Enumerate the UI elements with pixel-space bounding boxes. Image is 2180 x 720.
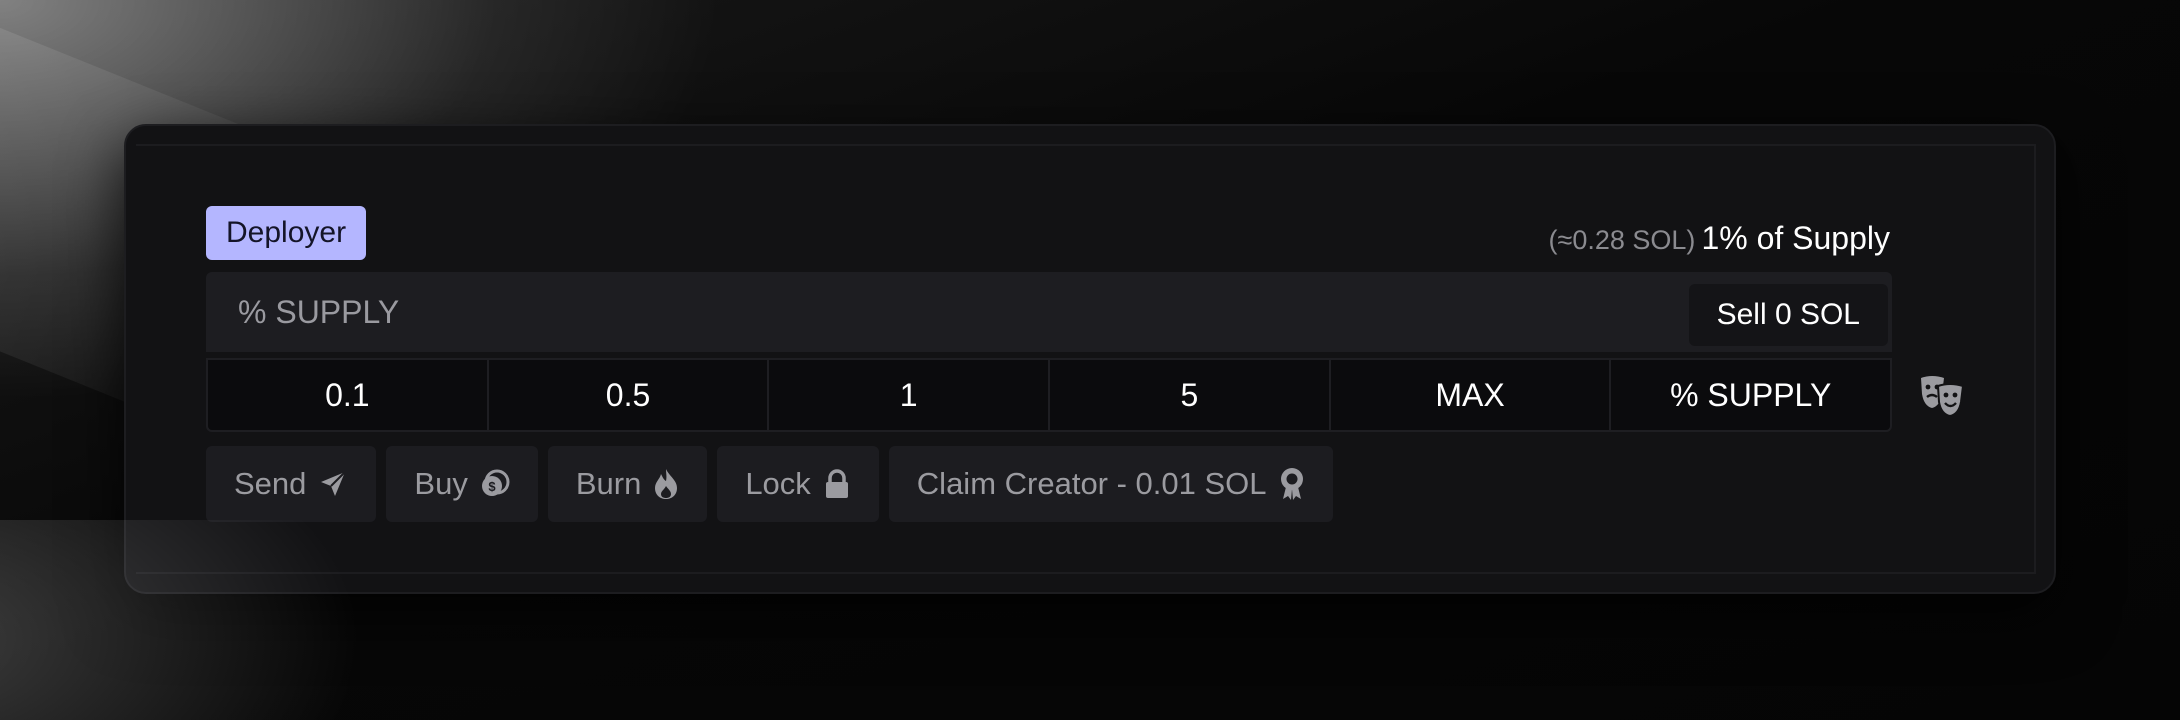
theater-masks-icon[interactable] [1918,372,1966,418]
fire-icon [655,469,678,499]
preset-0-1[interactable]: 0.1 [208,360,489,430]
preset-percent-supply[interactable]: % SUPPLY [1611,360,1890,430]
coin-icon: $ [481,469,510,496]
send-label: Send [234,466,307,501]
lock-button[interactable]: Lock [717,446,879,522]
supply-input-row: Sell 0 SOL [206,272,1892,352]
supply-percent-label: 1% of Supply [1701,220,1890,256]
buy-label: Buy [414,466,468,501]
send-button[interactable]: Send [206,446,377,522]
preset-row: 0.1 0.5 1 5 MAX % SUPPLY [206,358,1892,432]
claim-creator-label: Claim Creator - 0.01 SOL [916,466,1267,501]
claim-creator-button[interactable]: Claim Creator - 0.01 SOL [888,446,1333,522]
sell-button[interactable]: Sell 0 SOL [1688,284,1888,346]
paper-plane-icon [321,471,347,496]
supply-input[interactable] [206,272,1506,352]
svg-text:$: $ [488,479,496,494]
buy-button[interactable]: Buy $ [386,446,538,522]
background: Deployer (≈0.28 SOL)1% of Supply Sell 0 … [0,0,2180,720]
trade-panel: Deployer (≈0.28 SOL)1% of Supply Sell 0 … [124,124,2056,594]
burn-label: Burn [575,466,642,501]
sol-estimate: (≈0.28 SOL) [1548,225,1696,255]
award-icon [1280,468,1303,500]
preset-0-5[interactable]: 0.5 [489,360,770,430]
preset-1[interactable]: 1 [769,360,1051,430]
preset-max[interactable]: MAX [1331,360,1612,430]
action-bar: Send Buy $ Burn Lock Claim Creator - 0.0… [206,446,1333,522]
burn-button[interactable]: Burn [547,446,708,522]
deployer-badge: Deployer [206,206,367,260]
preset-5[interactable]: 5 [1050,360,1331,430]
supply-summary: (≈0.28 SOL) 1% of Supply [1549,220,1890,257]
lock-icon [825,469,848,498]
lock-label: Lock [745,466,811,501]
